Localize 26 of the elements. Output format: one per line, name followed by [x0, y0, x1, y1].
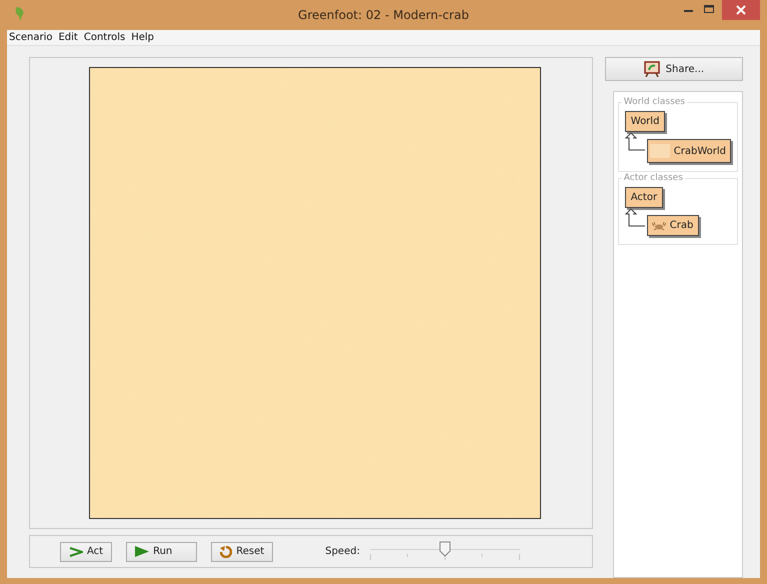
reset-button[interactable]: Reset	[211, 542, 274, 562]
menu-item[interactable]: Help	[131, 32, 154, 43]
easel-icon	[644, 61, 660, 77]
class-box[interactable]: Actor	[624, 187, 664, 208]
class-box[interactable]: Crab	[646, 215, 700, 236]
class-box[interactable]: CrabWorld	[646, 139, 731, 163]
class-box[interactable]: World	[624, 111, 666, 132]
act-button[interactable]: Act	[60, 542, 112, 562]
crab-icon	[652, 221, 666, 230]
group-title: Actor classes	[622, 173, 685, 183]
menu-item[interactable]: Controls	[84, 32, 126, 43]
group-title: World classes	[622, 97, 687, 107]
speed-label: Speed:	[325, 546, 360, 557]
app-logo-icon	[14, 6, 26, 22]
speed-slider[interactable]	[370, 540, 520, 562]
slider-thumb[interactable]	[438, 540, 451, 556]
window-title: Greenfoot: 02 - Modern-crab	[298, 8, 469, 22]
run-button[interactable]: Run	[126, 542, 198, 562]
menu-item[interactable]: Scenario	[9, 32, 52, 43]
share-button[interactable]: Share...	[604, 57, 743, 81]
chevron-icon	[69, 546, 83, 556]
reset-icon	[220, 546, 232, 558]
close-button[interactable]	[722, 0, 760, 20]
class-image-icon	[650, 144, 670, 158]
menu-item[interactable]: Edit	[58, 32, 78, 43]
play-icon	[135, 546, 150, 557]
